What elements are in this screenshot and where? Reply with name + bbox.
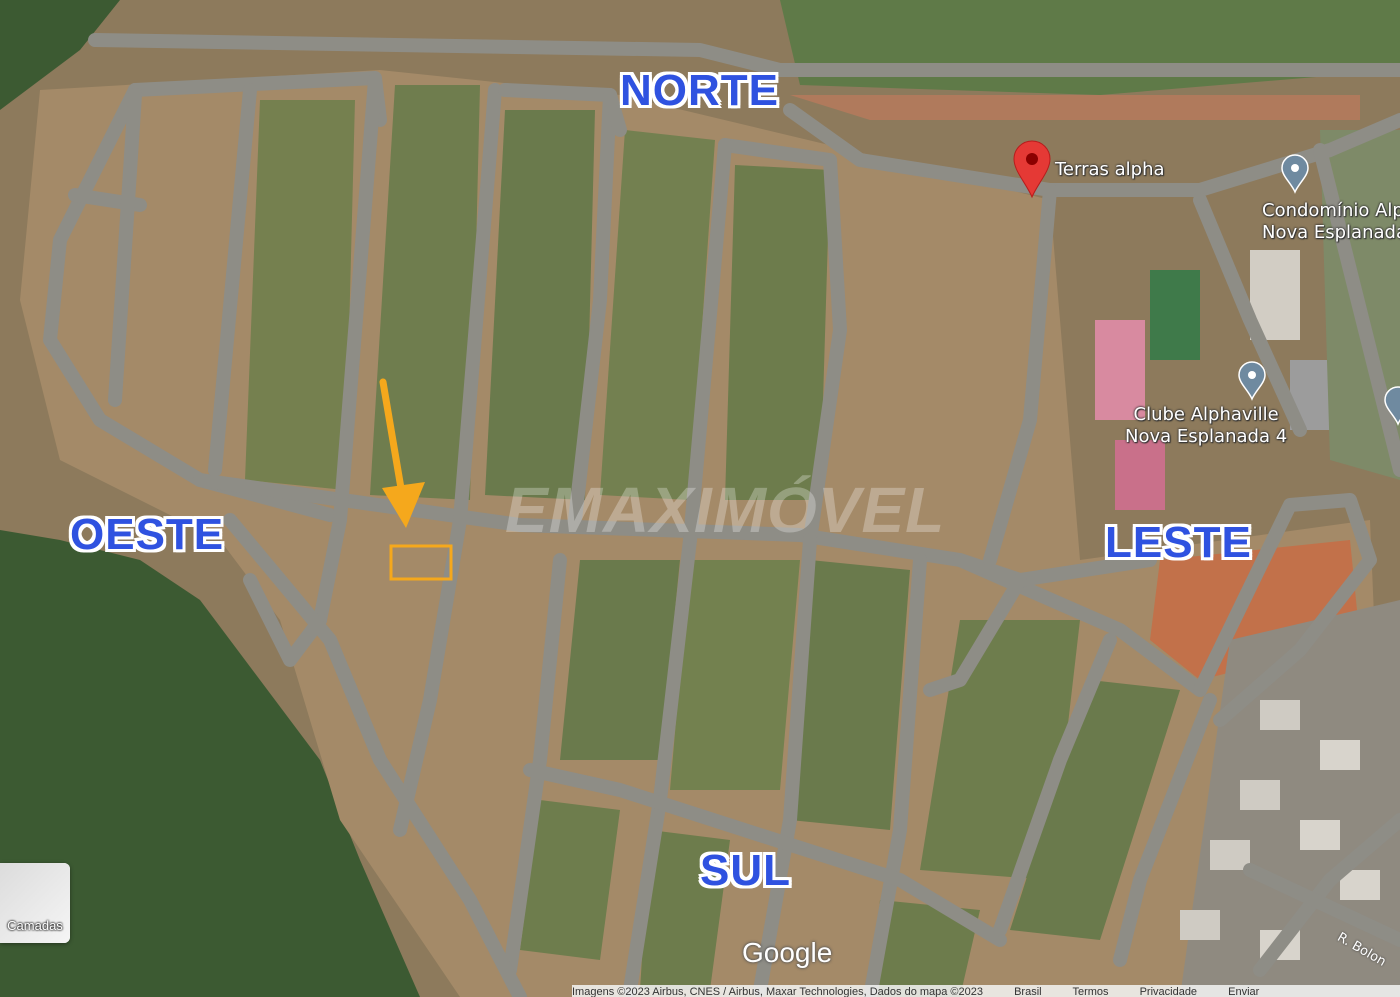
compass-label-south: SUL xyxy=(700,846,791,895)
poi-label-line: Nova Esplanada xyxy=(1262,222,1400,243)
poi-label-line: Clube Alphaville xyxy=(1133,404,1279,425)
compass-label-north: NORTE xyxy=(620,66,779,115)
poi-label-line: Nova Esplanada 4 xyxy=(1125,426,1288,447)
attribution-link-feedback[interactable]: Enviar xyxy=(1228,986,1259,997)
attribution-link-country[interactable]: Brasil xyxy=(1014,986,1042,997)
attribution-link-privacy[interactable]: Privacidade xyxy=(1140,986,1197,997)
attribution-imagery: Imagens ©2023 Airbus, CNES / Airbus, Max… xyxy=(572,986,984,997)
poi-label-line: Condomínio Alp xyxy=(1262,200,1400,221)
compass-label-east: LESTE xyxy=(1105,518,1252,567)
compass-label-west: OESTE xyxy=(70,510,225,559)
attribution-link-terms[interactable]: Termos xyxy=(1072,986,1108,997)
layers-button-label: Camadas xyxy=(7,918,63,933)
google-logo: Google xyxy=(742,937,833,968)
map-attribution: Imagens ©2023 Airbus, CNES / Airbus, Max… xyxy=(572,985,1400,997)
poi-label-clube[interactable]: Clube Alphaville Nova Esplanada 4 xyxy=(1125,404,1287,448)
poi-label-condominio[interactable]: Condomínio Alp Nova Esplanada xyxy=(1262,200,1400,244)
layers-button[interactable]: Camadas xyxy=(0,863,70,943)
poi-label-terras-alpha[interactable]: Terras alpha xyxy=(1055,159,1165,181)
watermark: EMAXIMÓVEL xyxy=(505,474,946,546)
